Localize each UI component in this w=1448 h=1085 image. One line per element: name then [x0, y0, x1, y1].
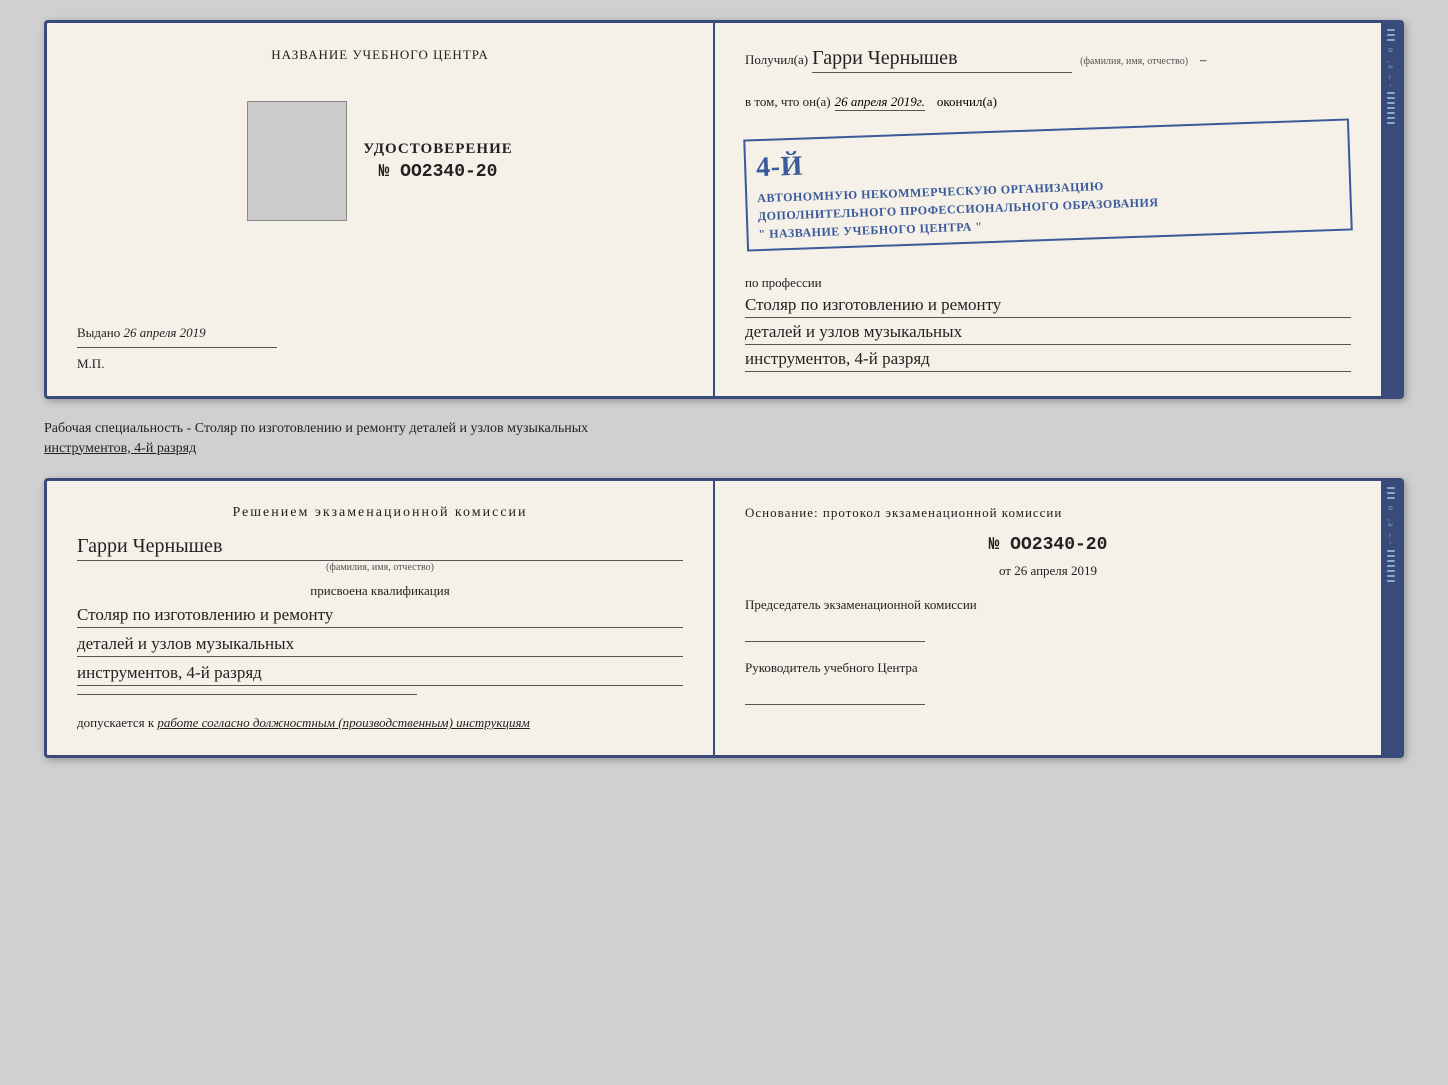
bottom-right-spine: и ,а ←-: [1381, 481, 1401, 755]
mp-label: М.П.: [77, 356, 683, 372]
cert-number: № OO2340-20: [363, 162, 513, 182]
tom-row: в том, что он(а) 26 апреля 2019г. окончи…: [745, 93, 1351, 111]
director-sig-line: [745, 704, 925, 705]
top-right-panel: Получил(а) Гарри Чернышев (фамилия, имя,…: [715, 23, 1381, 396]
bottom-name-hint: (фамилия, имя, отчество): [77, 562, 683, 573]
okончил-label: окончил(а): [937, 94, 997, 109]
from-date-row: от 26 апреля 2019: [745, 563, 1351, 579]
recipient-hint: (фамилия, имя, отчество): [1080, 56, 1188, 67]
top-document: НАЗВАНИЕ УЧЕБНОГО ЦЕНТРА УДОСТОВЕРЕНИЕ №…: [44, 20, 1404, 399]
recipient-prefix: Получил(а): [745, 52, 808, 67]
qual-line2: деталей и узлов музыкальных: [77, 634, 683, 657]
chairman-sig-line: [745, 641, 925, 642]
top-left-panel: НАЗВАНИЕ УЧЕБНОГО ЦЕНТРА УДОСТОВЕРЕНИЕ №…: [47, 23, 715, 396]
from-label: от: [999, 563, 1011, 578]
decision-title: Решением экзаменационной комиссии: [77, 505, 683, 521]
spine-b-а: ,а: [1387, 519, 1396, 529]
recipient-name: Гарри Чернышев: [812, 47, 1072, 73]
assigned-label: присвоена квалификация: [77, 583, 683, 599]
spine-text-arrow: ←-: [1387, 74, 1396, 89]
profession-line3: инструментов, 4-й разряд: [745, 349, 1351, 372]
profession-section: по профессии Столяр по изготовлению и ре…: [745, 267, 1351, 372]
profession-line2: деталей и узлов музыкальных: [745, 322, 1351, 345]
tom-prefix: в том, что он(а): [745, 94, 831, 109]
допускается-row: допускается к работе согласно должностны…: [77, 715, 683, 731]
photo-placeholder: [247, 101, 347, 221]
tom-date: 26 апреля 2019г.: [835, 94, 925, 111]
issued-date: 26 апреля 2019: [124, 325, 206, 340]
bottom-name: Гарри Чернышев: [77, 535, 683, 561]
top-org-title: НАЗВАНИЕ УЧЕБНОГО ЦЕНТРА: [271, 47, 488, 63]
issued-line: Выдано 26 апреля 2019: [77, 325, 683, 341]
issued-label: Выдано: [77, 325, 120, 340]
bottom-right-panel: Основание: протокол экзаменационной коми…: [715, 481, 1381, 755]
spine-text-а: ,а: [1387, 61, 1396, 71]
profession-line1: Столяр по изготовлению и ремонту: [745, 295, 1351, 318]
basis-label: Основание: протокол экзаменационной коми…: [745, 505, 1351, 521]
stamp-box: 4-й АВТОНОМНУЮ НЕКОММЕРЧЕСКУЮ ОРГАНИЗАЦИ…: [743, 118, 1353, 251]
qual-line1: Столяр по изготовлению и ремонту: [77, 605, 683, 628]
допускается-label: допускается к: [77, 715, 154, 730]
profession-label: по профессии: [745, 275, 1351, 291]
protocol-number: № OO2340-20: [745, 535, 1351, 555]
spine-text-и: и: [1387, 48, 1396, 54]
bottom-left-panel: Решением экзаменационной комиссии Гарри …: [47, 481, 715, 755]
chairman-label: Председатель экзаменационной комиссии: [745, 597, 1351, 613]
spine-b-arrow: ←-: [1387, 532, 1396, 547]
caption-text2: инструментов, 4-й разряд: [44, 441, 196, 456]
допускается-value: работе согласно должностным (производств…: [157, 715, 529, 730]
right-spine: и ,а ←-: [1381, 23, 1401, 396]
caption-bar: Рабочая специальность - Столяр по изгото…: [44, 415, 1404, 462]
recipient-row: Получил(а) Гарри Чернышев (фамилия, имя,…: [745, 47, 1351, 73]
director-label: Руководитель учебного Центра: [745, 660, 1351, 676]
bottom-document: Решением экзаменационной комиссии Гарри …: [44, 478, 1404, 758]
spine-b-и: и: [1387, 506, 1396, 512]
cert-label: УДОСТОВЕРЕНИЕ: [363, 141, 513, 158]
caption-text1: Рабочая специальность - Столяр по изгото…: [44, 421, 588, 436]
qual-line3: инструментов, 4-й разряд: [77, 663, 683, 686]
from-date: 26 апреля 2019: [1014, 563, 1097, 578]
